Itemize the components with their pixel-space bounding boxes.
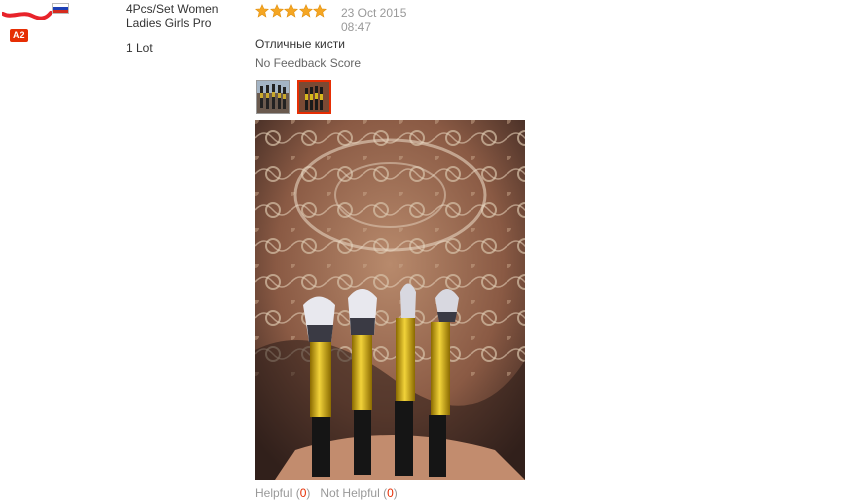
- makeup-brushes-photo: [255, 120, 525, 480]
- review-photo[interactable]: [255, 120, 525, 480]
- redaction-scribble: [2, 11, 52, 20]
- not-helpful-button[interactable]: Not Helpful (0): [320, 486, 397, 500]
- country-flag-icon: [52, 3, 69, 14]
- brushes-photo-thumb: [257, 81, 289, 113]
- review-comment: Отличные кисти: [255, 37, 345, 51]
- star-icon: [298, 4, 313, 18]
- helpful-label: Helpful: [255, 486, 293, 500]
- helpful-row: Helpful (0) Not Helpful (0): [255, 486, 398, 500]
- product-quantity: 1 Lot: [126, 41, 153, 55]
- star-icon: [313, 4, 327, 18]
- not-helpful-count: 0: [387, 486, 394, 500]
- review-datetime: 23 Oct 2015 08:47: [341, 6, 421, 34]
- helpful-button[interactable]: Helpful (0): [255, 486, 310, 500]
- buyer-name-redacted[interactable]: [0, 2, 52, 24]
- review-date: 23 Oct 2015: [341, 6, 407, 20]
- star-icon: [255, 4, 269, 18]
- rating-stars: [255, 4, 328, 20]
- star-icon: [284, 4, 298, 18]
- photo-thumbnail-1[interactable]: [256, 80, 290, 114]
- not-helpful-label: Not Helpful: [320, 486, 380, 500]
- star-icon: [269, 4, 284, 18]
- feedback-score: No Feedback Score: [255, 56, 362, 70]
- review-time: 08:47: [341, 20, 372, 34]
- brushes-photo-thumb: [299, 82, 329, 112]
- helpful-count: 0: [299, 486, 307, 500]
- product-title[interactable]: 4Pcs/Set Women Ladies Girls Pro Makeup: [126, 2, 246, 32]
- buyer-level-badge: A2: [10, 29, 28, 42]
- photo-thumbnail-2-selected[interactable]: [297, 80, 331, 114]
